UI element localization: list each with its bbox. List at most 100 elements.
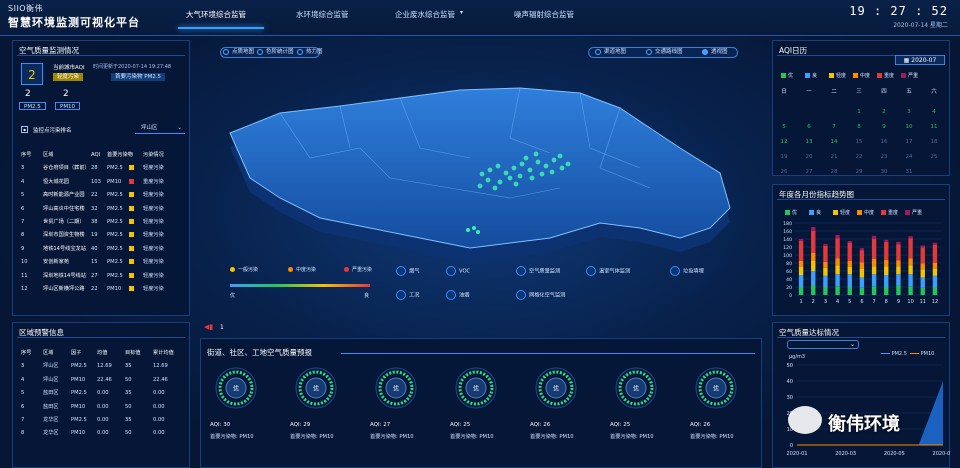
calendar-day[interactable]: 31 [900,169,918,175]
table-row[interactable]: 4 恒大城花园 103 PM10 重度污染 [17,176,197,189]
monitor-point[interactable] [513,181,519,187]
calendar-day[interactable]: 26 [775,169,793,175]
monitor-point[interactable] [549,169,555,175]
forecast-item[interactable]: 优 AQI: 30 首要污染物: PM10 [208,364,278,444]
monitor-point[interactable] [507,175,513,181]
table-row[interactable]: 7 世贸广场（二期） 38 PM2.5 轻度污染 [17,216,197,229]
calendar-day[interactable]: 6 [800,124,818,130]
layer-heatmap[interactable]: 热力图 [294,47,324,58]
mode-channel-map[interactable]: 渠道地图 [592,47,636,58]
calendar-day[interactable]: 17 [900,139,918,145]
monitor-point[interactable] [476,230,480,234]
factor-select[interactable]: ⌄ [787,340,859,349]
category-flue-gas[interactable]: 烟气 [396,266,419,276]
calendar-day[interactable]: 19 [775,154,793,160]
table-row[interactable]: 12 坪山区新横坪公路 22 PM10 轻度污染 [17,283,197,296]
calendar-day[interactable]: 16 [875,139,893,145]
tab-water[interactable]: 水环境综合监管 [296,9,349,20]
monitor-point[interactable] [497,179,503,185]
calendar-day[interactable]: 11 [925,124,943,130]
table-row[interactable]: 6 坪山高炎中住宅楼 32 PM2.5 轻度污染 [17,203,197,216]
table-row[interactable]: 11 深圳地铁14号线站 27 PM2.5 轻度污染 [17,270,197,283]
calendar-day[interactable]: 29 [850,169,868,175]
layer-color-scale[interactable]: 色阶统计图 [254,47,294,58]
monitor-point[interactable] [503,170,509,176]
monitor-point[interactable] [495,163,501,169]
calendar-day[interactable]: 24 [900,154,918,160]
region-map[interactable] [220,78,740,268]
monitor-point[interactable] [527,167,533,173]
monitor-point[interactable] [492,185,498,191]
table-row[interactable]: 5 盐田区 PM2.5 0.00 35 0.00 [17,387,197,400]
calendar-day[interactable]: 15 [850,139,868,145]
table-row[interactable]: 4 坪山区 PM10 22.46 50 22.46 [17,374,197,387]
monitor-point[interactable] [519,161,525,167]
monitor-point[interactable] [543,163,549,169]
table-row[interactable]: 9 地铁14号线宝龙站 40 PM2.5 轻度污染 [17,243,197,256]
calendar-day[interactable]: 22 [850,154,868,160]
forecast-item[interactable]: 优 AQI: 29 首要污染物: PM10 [288,364,358,444]
month-picker[interactable]: ▦ 2020-07 [895,55,945,65]
monitor-point[interactable] [479,171,485,177]
forecast-item[interactable]: 优 AQI: 25 首要污染物: PM10 [608,364,678,444]
mode-traffic-map[interactable]: 交通路线图 [643,47,693,58]
calendar-day[interactable]: 28 [825,169,843,175]
calendar-day[interactable]: 5 [775,124,793,130]
calendar-day[interactable]: 18 [925,139,943,145]
monitor-point[interactable] [466,228,470,232]
monitor-point[interactable] [551,157,557,163]
monitor-point[interactable] [533,151,539,157]
calendar-day[interactable]: 30 [875,169,893,175]
calendar-day[interactable]: 13 [800,139,818,145]
table-row[interactable]: 3 谷仓府项目（葬前） 28 PM2.5 轻度污染 [17,162,197,175]
calendar-day[interactable]: 7 [825,124,843,130]
tab-air[interactable]: 大气环境综合监管 [186,9,246,20]
monitor-point[interactable] [511,165,517,171]
calendar-day[interactable]: 23 [875,154,893,160]
layer-point-map[interactable]: 点质地图 [220,47,254,58]
monitor-point[interactable] [565,161,571,167]
calendar-day[interactable]: 1 [850,109,868,115]
calendar-day[interactable]: 8 [850,124,868,130]
calendar-day[interactable]: 20 [800,154,818,160]
calendar-day[interactable]: 3 [900,109,918,115]
chevron-down-icon[interactable]: ▾ [460,9,463,16]
category-air-monitoring[interactable]: 空气质量监测 [516,266,560,276]
category-grid-air[interactable]: 网格化空气监测 [516,290,565,300]
category-cooking-fume[interactable]: 油烟 [446,290,469,300]
calendar-day[interactable]: 14 [825,139,843,145]
forecast-item[interactable]: 优 AQI: 25 首要污染物: PM10 [448,364,518,444]
calendar-day[interactable]: 2 [875,109,893,115]
forecast-item[interactable]: 优 AQI: 26 首要污染物: PM10 [528,364,598,444]
district-select[interactable]: 坪山区 ⌄ [135,123,185,134]
table-row[interactable]: 8 深圳市国资生物楼 19 PM2.5 轻度污染 [17,229,197,242]
category-landfill[interactable]: 垃圾填埋 [670,266,704,276]
monitor-point[interactable] [485,177,491,183]
category-voc[interactable]: VOC [446,266,470,276]
forecast-item[interactable]: 优 AQI: 26 首要污染物: PM10 [688,364,758,444]
monitor-point[interactable] [472,226,476,230]
calendar-day[interactable]: 9 [875,124,893,130]
table-row[interactable]: 5 高时新能源产业园 22 PM2.5 轻度污染 [17,189,197,202]
tab-noise-radiation[interactable]: 噪声辐射综合监管 [514,9,574,20]
category-work-condition[interactable]: 工况 [396,290,419,300]
monitor-point[interactable] [535,159,541,165]
tab-enterprise-wastewater[interactable]: 企业废水综合监管 [395,9,455,20]
table-row[interactable]: 3 坪山区 PM2.5 12.69 35 12.69 [17,360,197,373]
calendar-day[interactable]: 25 [925,154,943,160]
table-row[interactable]: 6 盐田区 PM10 0.00 50 0.00 [17,401,197,414]
monitor-point[interactable] [529,175,535,181]
monitor-point[interactable] [557,153,563,159]
calendar-day[interactable]: 10 [900,124,918,130]
table-row[interactable]: 7 龙华区 PM2.5 0.00 35 0.00 [17,414,197,427]
forecast-item[interactable]: 优 AQI: 27 首要污染物: PM10 [368,364,438,444]
monitor-point[interactable] [487,167,493,173]
calendar-day[interactable]: 21 [825,154,843,160]
monitor-point[interactable] [523,155,529,161]
category-ghg-monitoring[interactable]: 温室气体监测 [586,266,630,276]
calendar-day[interactable]: 4 [925,109,943,115]
monitor-point[interactable] [517,173,523,179]
table-row[interactable]: 8 龙华区 PM10 0.00 50 0.00 [17,427,197,440]
calendar-day[interactable]: 12 [775,139,793,145]
mode-perspective[interactable]: 透视图 [699,47,737,58]
